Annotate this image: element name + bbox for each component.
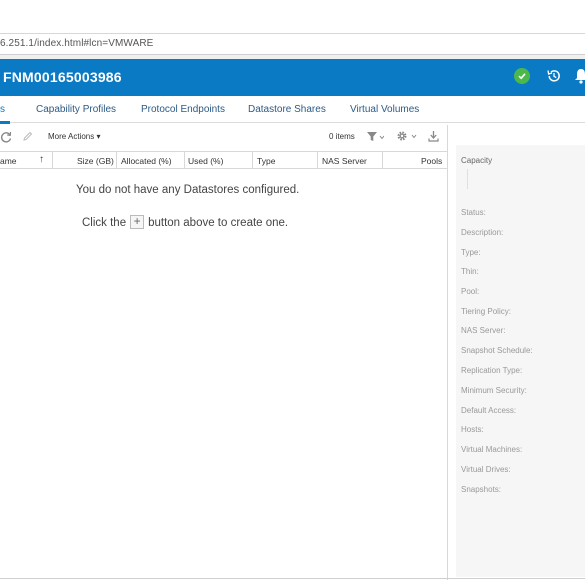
column-allocated[interactable]: Allocated (%) — [121, 156, 172, 166]
capacity-label: Capacity — [461, 156, 493, 165]
tab-datastore-shares[interactable]: Datastore Shares — [248, 104, 326, 115]
items-count: 0 items — [329, 132, 355, 141]
tab-capability-profiles[interactable]: Capability Profiles — [36, 104, 116, 115]
column-divider — [252, 151, 253, 169]
bell-icon[interactable] — [574, 67, 585, 85]
system-health-ok-icon[interactable] — [514, 68, 530, 84]
prop-minimum-security: Minimum Security: — [461, 386, 527, 395]
prop-virtual-machines: Virtual Machines: — [461, 445, 523, 454]
chevron-down-icon: ▾ — [96, 132, 101, 141]
plus-icon: + — [130, 215, 145, 229]
app-header: FNM00165003986 — [0, 59, 585, 96]
tab-protocol-endpoints[interactable]: Protocol Endpoints — [141, 104, 225, 115]
capacity-chart — [467, 169, 468, 189]
active-tab-indicator — [0, 121, 10, 124]
history-icon[interactable] — [546, 68, 562, 84]
system-title: FNM00165003986 — [3, 69, 122, 85]
gear-icon[interactable] — [396, 130, 418, 142]
column-size[interactable]: Size (GB) — [77, 156, 114, 166]
prop-virtual-drives: Virtual Drives: — [461, 465, 511, 474]
prop-hosts: Hosts: — [461, 425, 484, 434]
create-hint: Click the + button above to create one. — [82, 215, 288, 229]
prop-description: Description: — [461, 228, 504, 237]
prop-tiering-policy: Tiering Policy: — [461, 307, 511, 316]
table-header: ame ↑ Size (GB) Allocated (%) Used (%) T… — [0, 151, 448, 169]
column-divider — [317, 151, 318, 169]
prop-thin: Thin: — [461, 267, 479, 276]
column-used[interactable]: Used (%) — [188, 156, 223, 166]
column-nas-server[interactable]: NAS Server — [322, 156, 367, 166]
pencil-icon[interactable] — [22, 131, 33, 142]
column-divider — [382, 151, 383, 169]
column-divider — [52, 151, 53, 169]
column-divider — [116, 151, 117, 169]
column-divider — [184, 151, 185, 169]
create-hint-prefix: Click the — [82, 217, 127, 229]
prop-default-access: Default Access: — [461, 406, 517, 415]
address-text: 6.251.1/index.html#lcn=VMWARE — [0, 38, 154, 49]
prop-snapshot-schedule: Snapshot Schedule: — [461, 346, 533, 355]
more-actions-menu[interactable]: More Actions ▾ — [48, 132, 101, 141]
browser-top-strip — [0, 0, 585, 34]
panel-divider — [447, 125, 448, 580]
download-icon[interactable] — [428, 130, 439, 142]
tab-bar: s Capability Profiles Protocol Endpoints… — [0, 96, 585, 123]
column-name[interactable]: ame — [0, 156, 17, 166]
prop-status: Status: — [461, 208, 486, 217]
prop-pool: Pool: — [461, 287, 480, 296]
empty-state-message: You do not have any Datastores configure… — [76, 184, 300, 196]
column-type[interactable]: Type — [257, 156, 275, 166]
prop-snapshots: Snapshots: — [461, 485, 502, 494]
more-actions-label: More Actions — [48, 132, 95, 141]
address-bar[interactable]: 6.251.1/index.html#lcn=VMWARE — [0, 35, 585, 55]
filter-icon[interactable] — [366, 131, 384, 142]
prop-type: Type: — [461, 248, 481, 257]
tab-virtual-volumes[interactable]: Virtual Volumes — [350, 104, 419, 115]
bottom-border — [0, 578, 585, 579]
sort-arrow-icon[interactable]: ↑ — [39, 154, 44, 165]
prop-replication-type: Replication Type: — [461, 366, 523, 375]
column-pools[interactable]: Pools — [421, 156, 442, 166]
prop-nas-server: NAS Server: — [461, 326, 506, 335]
refresh-icon[interactable] — [0, 131, 12, 143]
create-hint-suffix: button above to create one. — [148, 217, 289, 229]
tab-datastores[interactable]: s — [0, 104, 5, 115]
